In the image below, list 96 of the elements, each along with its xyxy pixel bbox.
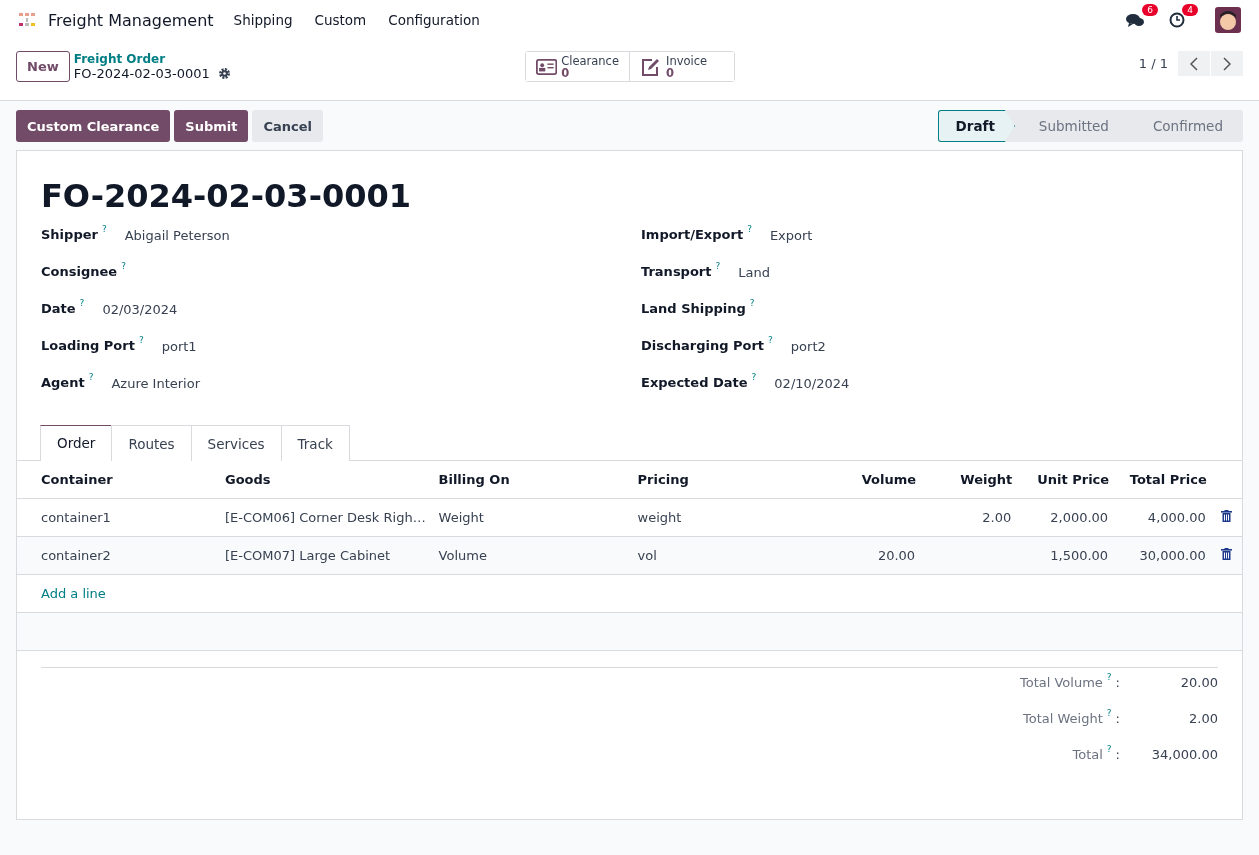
field-value[interactable]: 02/03/2024 [102, 301, 178, 317]
field-label: Import/Export [641, 227, 744, 242]
help-tooltip[interactable]: ? [749, 298, 755, 308]
column-header[interactable]: Total Price [1109, 461, 1207, 499]
field-label: Date [41, 301, 76, 316]
action-button[interactable]: Cancel [252, 110, 323, 142]
action-button[interactable]: Submit [174, 110, 249, 142]
table-cell: [E-COM06] Corner Desk Righ… [216, 498, 431, 537]
field-value[interactable]: Land [738, 264, 770, 280]
help-tooltip[interactable]: ? [747, 224, 752, 234]
breadcrumb-link[interactable]: Freight Order [73, 52, 231, 66]
chevron-right-icon [1223, 56, 1231, 71]
id-card-icon [536, 58, 558, 76]
notebook-tab[interactable]: Track [280, 425, 350, 461]
column-header[interactable]: Unit Price [1012, 461, 1110, 499]
status-stage[interactable]: Submitted [1014, 110, 1129, 142]
total-value: 34,000.00 [1150, 747, 1218, 762]
notification-badge: 4 [1182, 4, 1198, 16]
add-line-link[interactable]: Add a line [41, 586, 106, 601]
total-label: Total Volume [1020, 675, 1103, 690]
record-name: FO-2024-02-03-0001 [73, 66, 210, 81]
help-tooltip[interactable]: ? [715, 261, 721, 271]
trash-icon[interactable] [1221, 510, 1233, 522]
menu-item[interactable]: Custom [314, 12, 367, 28]
status-stage[interactable]: Draft [937, 110, 1015, 142]
status-stage[interactable]: Confirmed [1128, 110, 1243, 142]
field-value[interactable]: Abigail Peterson [124, 227, 230, 243]
table-cell: vol [629, 536, 779, 575]
edit-pencil-icon [640, 57, 662, 77]
smart-button[interactable]: Clearance 0 [526, 52, 630, 81]
column-header[interactable]: Volume [778, 461, 917, 499]
help-tooltip[interactable]: ? [79, 298, 85, 308]
field-label: Discharging Port [641, 338, 765, 353]
column-header[interactable]: Pricing [629, 461, 779, 499]
notebook-tab[interactable]: Routes [111, 425, 192, 461]
colon-separator: : [1115, 747, 1120, 762]
help-tooltip[interactable]: ? [88, 372, 94, 382]
field-label: Shipper [41, 227, 98, 242]
record-title: FO-2024-02-03-0001 [41, 177, 412, 215]
total-value: 2.00 [1188, 711, 1218, 726]
total-label: Total Weight [1023, 711, 1103, 726]
chat-bubbles-icon[interactable] [1125, 12, 1145, 28]
table-cell: container2 [17, 536, 217, 575]
field-value[interactable]: Azure Interior [111, 375, 200, 391]
help-tooltip[interactable]: ? [1106, 672, 1112, 682]
notification-badge: 6 [1142, 4, 1158, 16]
field-label: Land Shipping [641, 301, 746, 316]
table-cell: weight [629, 498, 779, 537]
new-button[interactable]: New [16, 51, 70, 82]
user-avatar[interactable] [1215, 7, 1241, 33]
help-tooltip[interactable]: ? [1106, 708, 1112, 718]
menu-item[interactable]: Configuration [388, 12, 480, 28]
table-cell: container1 [17, 498, 217, 537]
gear-icon[interactable] [217, 67, 231, 80]
table-cell: 20.00 [778, 536, 917, 575]
field-value[interactable]: Export [769, 227, 813, 243]
field-label: Transport [641, 264, 712, 279]
table-cell: 4,000.00 [1109, 498, 1207, 537]
field-label: Agent [41, 375, 85, 390]
column-header[interactable]: Billing On [430, 461, 630, 499]
field-label: Consignee [41, 264, 118, 279]
help-tooltip[interactable]: ? [768, 335, 773, 345]
table-cell: Volume [430, 536, 630, 575]
table-cell: 2,000.00 [1012, 498, 1110, 537]
menu-item[interactable]: Shipping [233, 12, 293, 28]
table-cell: 30,000.00 [1109, 536, 1207, 575]
field-value[interactable]: 02/10/2024 [774, 375, 850, 391]
colon-separator: : [1115, 711, 1120, 726]
apps-grid-icon[interactable] [18, 12, 36, 28]
field-value[interactable]: port2 [790, 338, 826, 354]
table-cell: 1,500.00 [1012, 536, 1110, 575]
help-tooltip[interactable]: ? [101, 224, 107, 234]
notebook-tab[interactable]: Order [40, 425, 113, 461]
field-label: Expected Date [641, 375, 748, 390]
action-button[interactable]: Custom Clearance [16, 110, 171, 142]
help-tooltip[interactable]: ? [751, 372, 757, 382]
clock-icon[interactable] [1169, 12, 1185, 28]
app-name[interactable]: Freight Management [48, 10, 214, 30]
help-tooltip[interactable]: ? [1106, 744, 1112, 754]
table-cell: [E-COM07] Large Cabinet [216, 536, 431, 575]
field-label: Loading Port [41, 338, 135, 353]
column-header[interactable]: Weight [916, 461, 1013, 499]
trash-icon[interactable] [1221, 548, 1233, 560]
column-header[interactable]: Container [17, 461, 217, 499]
total-value: 20.00 [1179, 675, 1218, 690]
pager-value: 1 / 1 [1138, 56, 1168, 71]
chevron-left-icon [1190, 56, 1198, 71]
table-cell: 2.00 [916, 498, 1013, 537]
total-label: Total [1072, 747, 1103, 762]
help-tooltip[interactable]: ? [138, 335, 144, 345]
colon-separator: : [1115, 675, 1120, 690]
field-value[interactable]: port1 [161, 338, 197, 354]
column-header[interactable]: Goods [216, 461, 431, 499]
table-cell: Weight [430, 498, 630, 537]
help-tooltip[interactable]: ? [121, 261, 126, 271]
notebook-tab[interactable]: Services [190, 425, 282, 461]
